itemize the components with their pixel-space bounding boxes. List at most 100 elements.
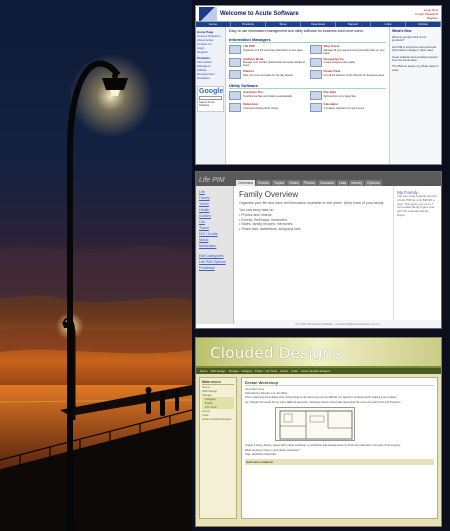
product-card[interactable]: AutoSync Pro Synchronise files and folder…	[229, 90, 306, 100]
product-card[interactable]: Skip Tracer Manage all your appointments …	[309, 44, 387, 55]
clouded-designs-screenshot: Clouded Designs Home Web Design Storage …	[195, 337, 442, 527]
product-card[interactable]: Life PIM Organise your life and keep info…	[229, 44, 306, 55]
life-pim-topbar: Life PIM Overview Events Topics Notes Ph…	[196, 172, 441, 186]
screenshot-collage: Welcome to Acute Software Login Now Forg…	[0, 0, 450, 531]
whats-new-heading: What's New	[392, 29, 412, 33]
product-desc: Split and join very large files.	[323, 94, 357, 98]
menu-item[interactable]: Storage	[229, 368, 239, 374]
product-thumbnail	[309, 70, 322, 79]
menu-item[interactable]: Gadgets	[241, 368, 252, 374]
post-caption: What would you have in your dream worksh…	[245, 448, 300, 452]
category-link[interactable]: Medication	[199, 243, 230, 249]
product-desc: Create shopping lists easily.	[323, 61, 356, 64]
product-desc: Synchronise files and folders automatica…	[243, 94, 293, 98]
product-card[interactable]: Address Book Manage your contact relation…	[229, 57, 306, 67]
acute-logo	[199, 6, 217, 21]
product-thumbnail	[229, 91, 241, 100]
section-heading: Information Managers	[229, 37, 386, 43]
product-thumbnail	[229, 70, 241, 79]
left-sidebar: Home Page Custom Solutions About Acute C…	[196, 27, 226, 164]
post-paragraph: I find in planning the building work, do…	[245, 396, 398, 400]
category-sidebar: Life Family Travel Health Garden Car Tra…	[196, 186, 234, 324]
product-thumbnail	[309, 45, 322, 54]
product-card[interactable]: Calculator A desktop calculator for quick…	[309, 102, 387, 112]
sidebar-link[interactable]: Information Managers	[197, 60, 224, 68]
product-thumbnail	[309, 57, 322, 67]
menu-item[interactable]: Code	[291, 368, 298, 374]
utility-grid: AutoSync Pro Synchronise files and folder…	[229, 90, 387, 112]
post-paragraph: A large 2 storey dreamy space with a lar…	[245, 444, 401, 448]
login-links: Login Now Forgot Password Register	[415, 8, 441, 20]
post-title: Dream Workshop	[245, 380, 434, 386]
product-desc: Manage your contact relationships and ke…	[243, 61, 306, 67]
product-thumbnail	[229, 103, 241, 112]
google-search-box: Google Search Acute Software	[197, 86, 224, 112]
my-family-panel: My Family You can enter a family as part…	[393, 186, 441, 324]
post-meta: Submitted by Duncan on 1 Jan 2012.	[245, 392, 288, 395]
news-item: Great software and excellent support fro…	[392, 54, 438, 63]
product-thumbnail	[229, 45, 241, 54]
lamp-post-photo	[0, 0, 192, 531]
feature-text: Share lists, databases, shopping lists	[241, 226, 301, 231]
news-item: Life PIM is simply the best personal inf…	[392, 44, 436, 53]
floor-plan-drawing	[279, 410, 353, 440]
register-link[interactable]: Register	[415, 16, 438, 20]
product-thumbnail	[309, 91, 322, 100]
menu-item[interactable]: Home	[200, 368, 207, 374]
product-card[interactable]: Shopping List Create shopping lists easil…	[309, 57, 387, 68]
menu-item[interactable]: Web Design	[210, 368, 225, 374]
life-pim-logo: Life PIM	[199, 177, 225, 184]
workshop-plan-image	[275, 407, 355, 442]
product-grid: Life PIM Organise your life and keep info…	[229, 44, 387, 79]
section-heading: Utility Software	[229, 83, 386, 89]
acute-body: Home Page Custom Solutions About Acute C…	[196, 27, 441, 164]
clouded-body: Main menu Home Web Design Storage Gadget…	[196, 374, 441, 522]
intro-text: Easy to use information management and u…	[229, 29, 364, 33]
search-scope-label: Search Acute Software	[199, 101, 215, 107]
sidebar-link[interactable]: Register	[197, 50, 224, 54]
menu-item[interactable]: Forum	[280, 368, 288, 374]
product-desc: Plan your time and tasks for the day ahe…	[243, 73, 294, 77]
main-menu-item[interactable]: Acute Clouded Designs	[202, 417, 234, 421]
life-pim-body: Life Family Travel Health Garden Car Tra…	[196, 186, 441, 324]
product-thumbnail	[229, 57, 241, 67]
post-paragraph: As I thought this would be too many diff…	[245, 400, 402, 404]
feature-text: Photos and Videos	[241, 213, 272, 217]
feature-text: Events, Birthdays, reminders	[241, 217, 288, 222]
product-card[interactable]: Slideshow A fast and simple photo viewer.	[229, 102, 306, 112]
page-title: Welcome to Acute Software	[220, 10, 299, 17]
clouded-banner: Clouded Designs	[196, 338, 441, 368]
menu-item[interactable]: Portal	[255, 368, 262, 374]
overview-intro: Organise your life and have all informat…	[239, 201, 385, 205]
product-thumbnail	[309, 103, 322, 112]
life-pim-footer: (C) 2004-2012 Acute Software - Contact l…	[234, 320, 441, 328]
product-card[interactable]: Power Pack Get all the features of the Pl…	[309, 69, 387, 79]
product-desc: A fast and simple photo viewer.	[243, 106, 279, 110]
search-input[interactable]	[199, 96, 222, 100]
google-logo: Google	[199, 88, 224, 95]
menu-item[interactable]: Life Tools	[265, 368, 277, 374]
product-desc: A desktop calculator for quick sums.	[323, 106, 365, 110]
acute-header: Welcome to Acute Software Login Now Forg…	[196, 6, 441, 22]
overview-content: Family Overview Organise your life and h…	[234, 186, 393, 324]
menu-item[interactable]: Acute Clouded Designs	[301, 368, 330, 374]
main-menu-sidebar: Main menu Home Web Design Storage Gadget…	[199, 377, 237, 519]
my-family-text: You can enter a family as part of Life P…	[397, 194, 437, 217]
life-pim-screenshot: Life PIM Overview Events Topics Notes Ph…	[195, 171, 442, 329]
feedback-link[interactable]: Feedback	[199, 265, 230, 271]
post-tabs[interactable]: View Edit Track	[245, 387, 434, 391]
news-item[interactable]: What do people think of our products?	[392, 35, 439, 43]
sidebar-link[interactable]: Hardware	[197, 76, 224, 80]
forgot-password-link[interactable]: Forgot Password	[415, 12, 438, 16]
main-content: Easy to use information management and u…	[226, 27, 389, 164]
product-card[interactable]: Planner Plan your time and tasks for the …	[229, 69, 306, 79]
product-desc: Organise your life and keep information …	[243, 48, 304, 52]
news-item: The Planner keeps my whole week in order…	[392, 64, 439, 72]
lamp-post-illustration	[0, 54, 192, 531]
overview-title: Family Overview	[239, 190, 299, 199]
post-tags[interactable]: Tags: Workshop Shed Plan	[245, 453, 434, 456]
add-comment-heading[interactable]: Add new comment	[245, 459, 434, 466]
site-title: Clouded Designs	[210, 344, 341, 362]
product-card[interactable]: File Split Split and join very large file…	[309, 90, 387, 100]
product-desc: Manage all your appointments and keep ta…	[323, 48, 385, 55]
